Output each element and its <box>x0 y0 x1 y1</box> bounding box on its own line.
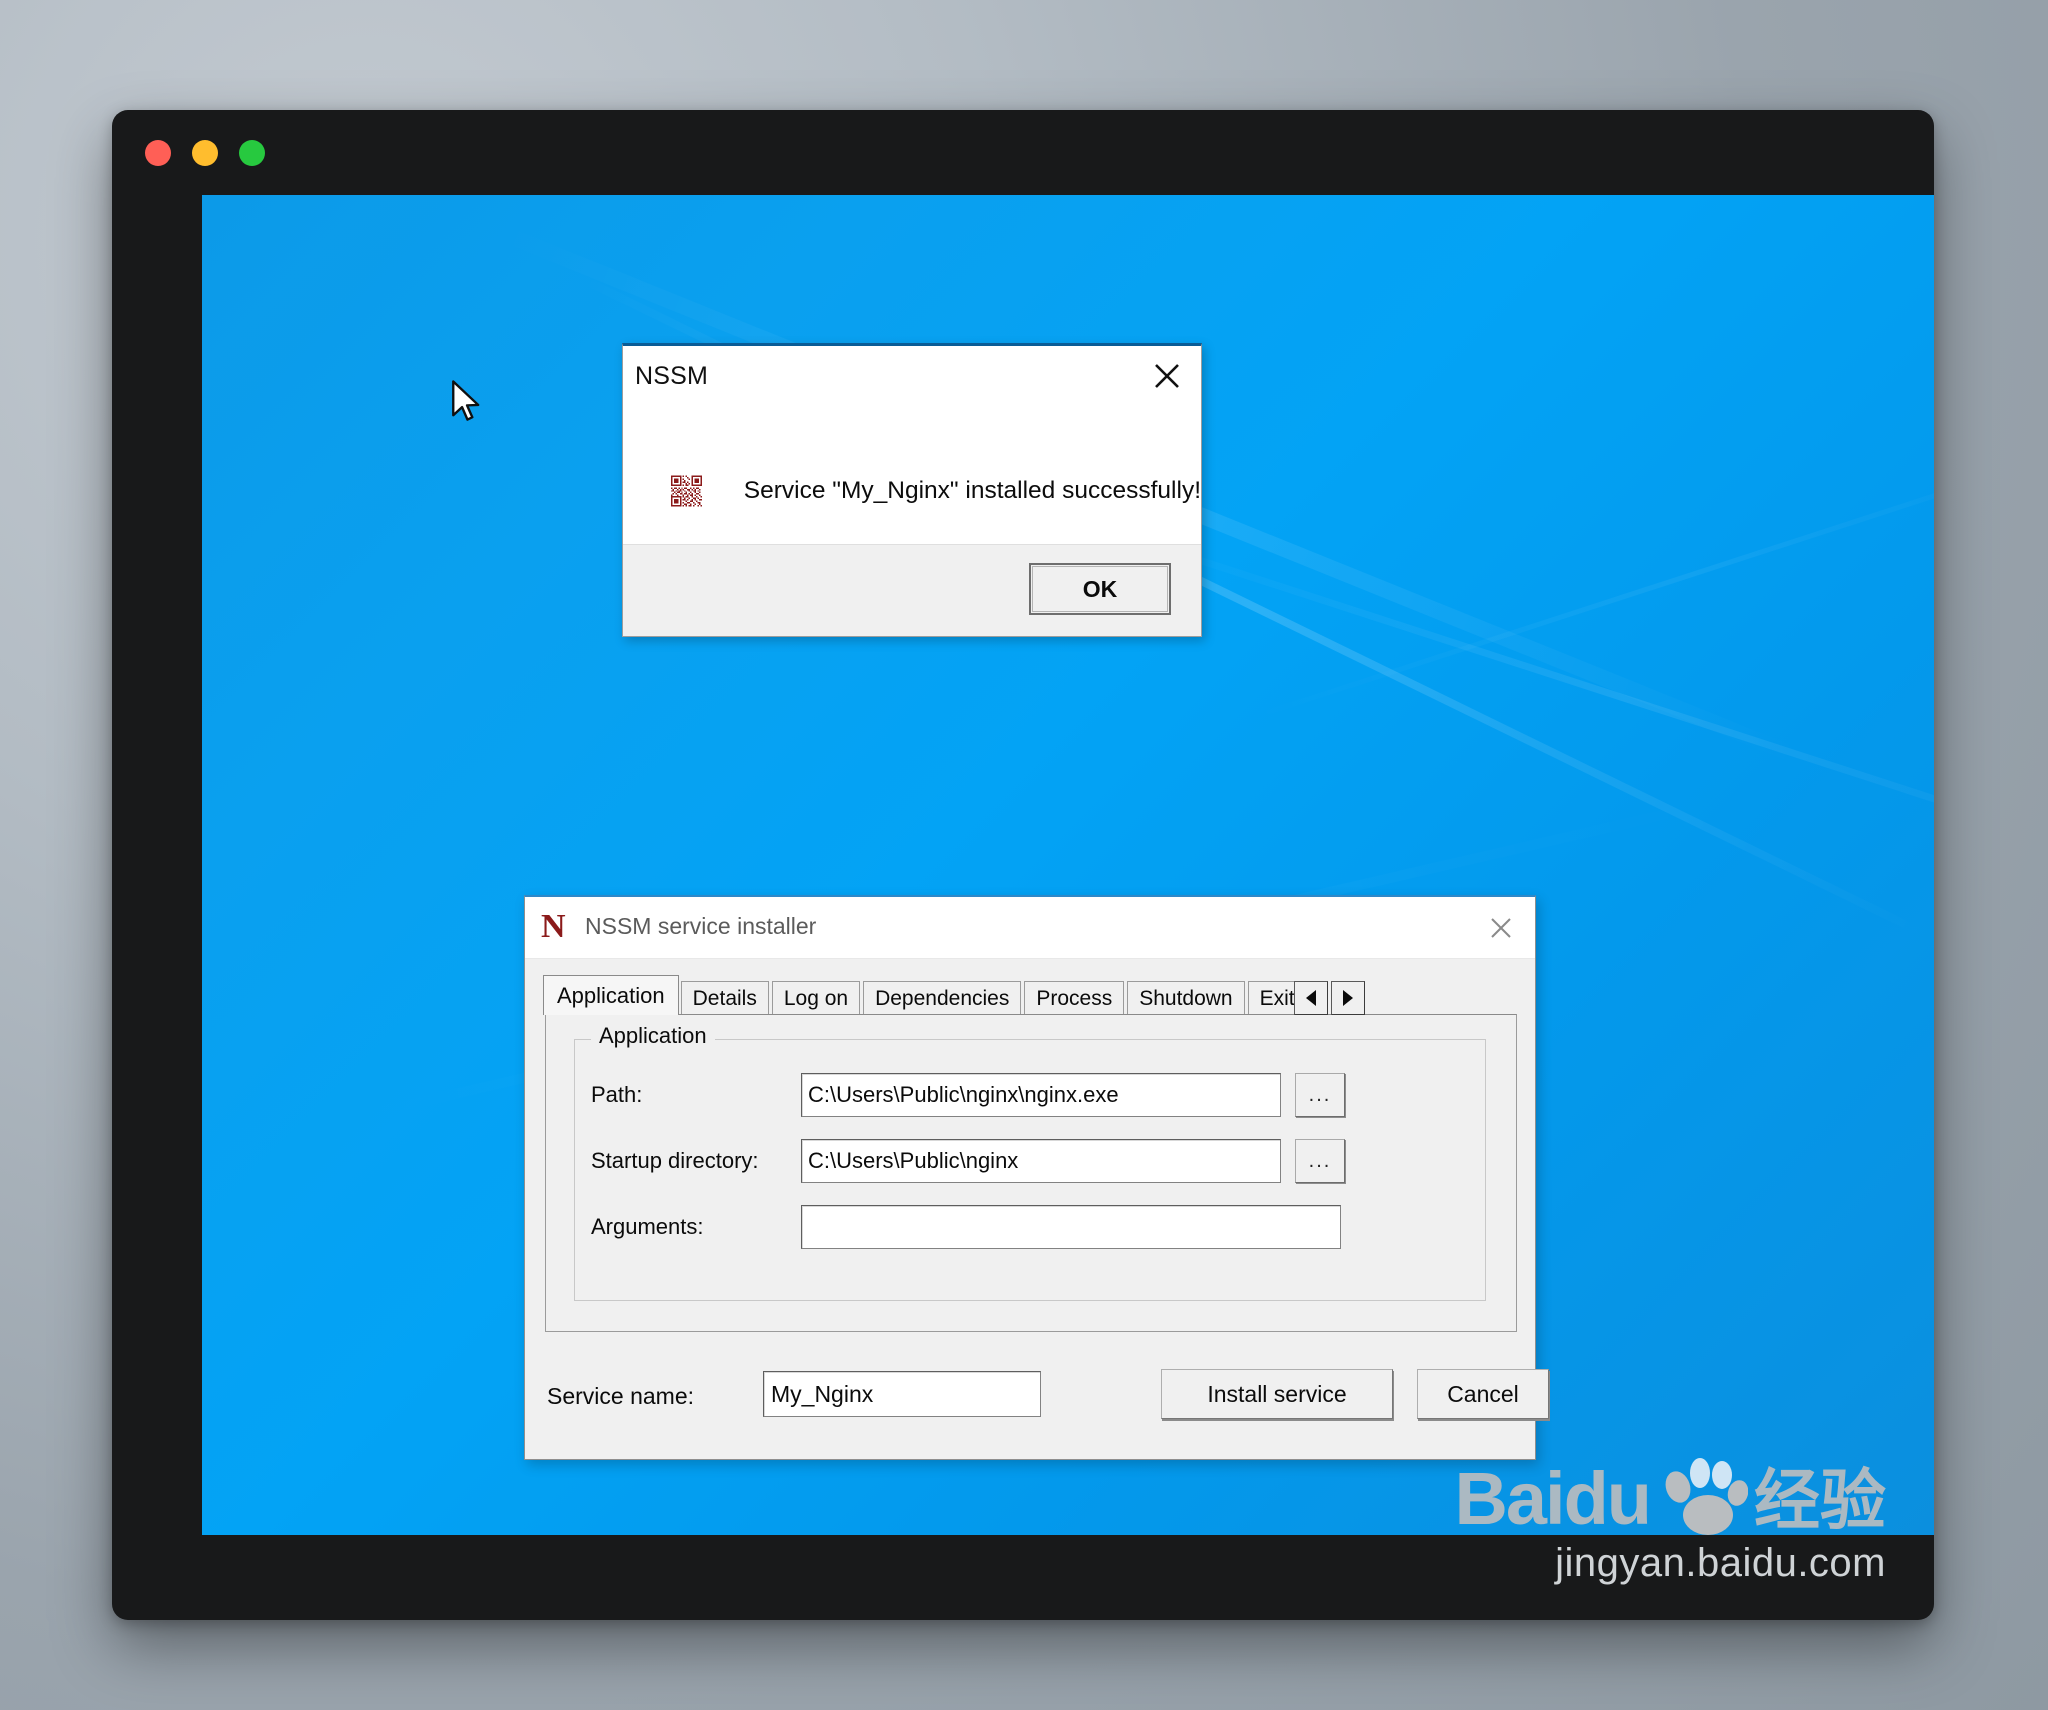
path-label: Path: <box>591 1082 643 1107</box>
cancel-button[interactable]: Cancel <box>1417 1369 1549 1419</box>
install-service-button[interactable]: Install service <box>1161 1369 1393 1419</box>
tab-label: Shutdown <box>1139 986 1233 1010</box>
qr-code-icon <box>671 475 702 507</box>
tab-scroll-buttons <box>1291 981 1365 1015</box>
window-zoom-button[interactable] <box>239 140 265 166</box>
window-minimize-button[interactable] <box>192 140 218 166</box>
startup-directory-browse-button[interactable]: ... <box>1295 1139 1345 1183</box>
tab-log-on[interactable]: Log on <box>771 981 861 1015</box>
service-name-label: Service name: <box>547 1383 695 1409</box>
tab-details[interactable]: Details <box>680 981 769 1015</box>
arguments-input[interactable] <box>801 1205 1341 1249</box>
path-browse-button[interactable]: ... <box>1295 1073 1345 1117</box>
triangle-left-icon[interactable] <box>1293 981 1328 1015</box>
application-group-box: Application Path: C:\Users\Public\nginx\… <box>574 1023 1486 1301</box>
installer-bottom-bar: Service name: My_Nginx Install service C… <box>525 1339 1549 1459</box>
tab-label: Process <box>1036 986 1113 1010</box>
tab-process[interactable]: Process <box>1024 981 1125 1015</box>
traffic-light-controls[interactable] <box>145 140 265 166</box>
installer-window-title: NSSM service installer <box>585 913 817 939</box>
tab-page-application: Application Path: C:\Users\Public\nginx\… <box>545 1014 1517 1332</box>
page-backdrop: NSSM Service "My_Nginx" installed succes… <box>0 0 2048 1710</box>
group-box-legend: Application <box>591 1023 715 1049</box>
triangle-right-icon[interactable] <box>1330 981 1365 1015</box>
dialog-title: NSSM <box>635 362 709 390</box>
tab-label: Exit <box>1259 986 1295 1010</box>
tab-label: Application <box>557 982 665 1008</box>
watermark-url: jingyan.baidu.com <box>1555 1541 1886 1585</box>
startup-directory-input[interactable]: C:\Users\Public\nginx <box>801 1139 1281 1183</box>
installer-titlebar: N NSSM service installer <box>525 897 1535 959</box>
nssm-message-dialog: NSSM Service "My_Nginx" installed succes… <box>622 343 1202 637</box>
tab-label: Log on <box>783 986 849 1010</box>
startup-directory-label: Startup directory: <box>591 1148 759 1173</box>
field-row-arguments: Arguments: <box>591 1204 1471 1250</box>
field-row-startup-directory: Startup directory: C:\Users\Public\nginx… <box>591 1138 1471 1184</box>
installer-client-area: Application Details Log on Dependencies <box>525 959 1549 1459</box>
tab-shutdown[interactable]: Shutdown <box>1127 981 1245 1015</box>
close-x-icon[interactable] <box>1147 356 1187 396</box>
tab-strip: Application Details Log on Dependencies <box>543 975 1517 1015</box>
field-row-path: Path: C:\Users\Public\nginx\nginx.exe ..… <box>591 1072 1471 1118</box>
dialog-message-text: Service "My_Nginx" installed successfull… <box>743 477 1201 504</box>
arguments-label: Arguments: <box>591 1214 704 1239</box>
nssm-service-installer-window: N NSSM service installer Application Det… <box>524 895 1549 1460</box>
tab-label: Dependencies <box>875 986 1010 1010</box>
close-x-icon[interactable] <box>1481 909 1521 947</box>
service-name-input[interactable]: My_Nginx <box>763 1371 1041 1417</box>
window-close-button[interactable] <box>145 140 171 166</box>
dialog-footer: OK <box>623 544 1201 636</box>
tab-dependencies[interactable]: Dependencies <box>863 981 1022 1015</box>
tab-application[interactable]: Application <box>543 975 679 1015</box>
nssm-app-icon: N <box>541 908 566 945</box>
mac-window-frame: NSSM Service "My_Nginx" installed succes… <box>112 110 1934 1620</box>
path-input[interactable]: C:\Users\Public\nginx\nginx.exe <box>801 1073 1281 1117</box>
wallpaper-streak <box>1100 525 1934 872</box>
mouse-cursor-icon <box>452 380 480 421</box>
tab-label: Details <box>692 986 757 1010</box>
ok-button[interactable]: OK <box>1029 563 1171 615</box>
windows-desktop: NSSM Service "My_Nginx" installed succes… <box>202 195 1934 1535</box>
wallpaper-streak <box>1251 437 1934 720</box>
